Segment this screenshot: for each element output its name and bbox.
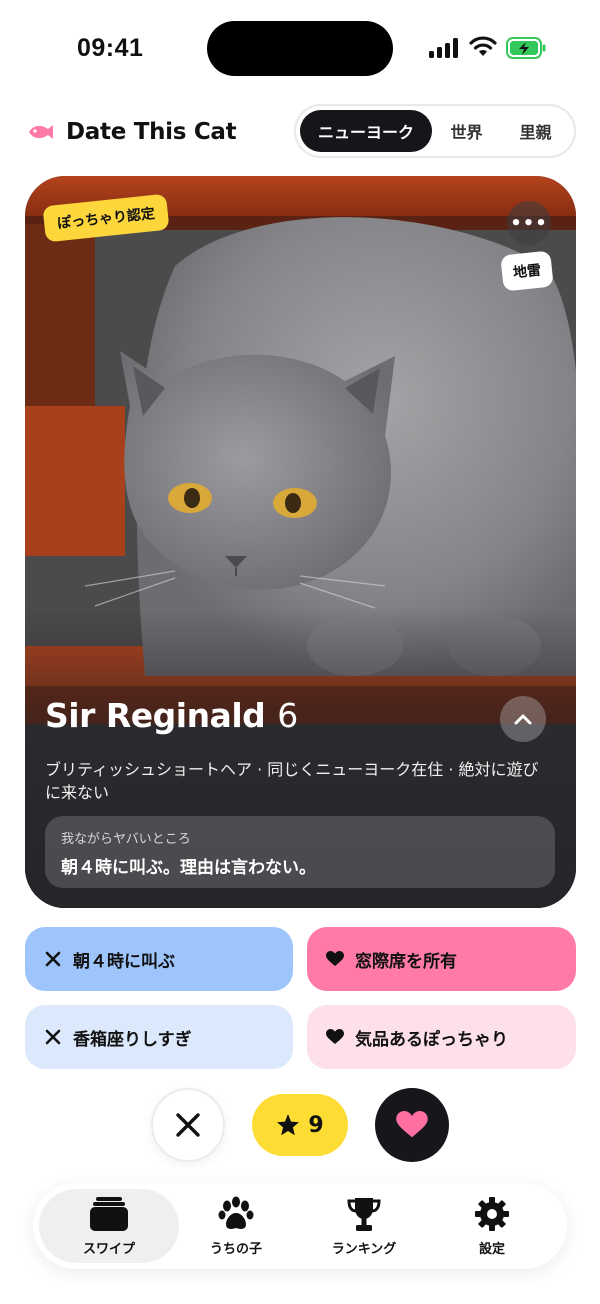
heart-icon: [325, 1027, 345, 1047]
cat-name: Sir Reginald: [45, 696, 266, 735]
app-title: Date This Cat: [66, 119, 237, 145]
cat-name-row: Sir Reginald 6: [45, 696, 298, 735]
collapse-details-button[interactable]: [500, 696, 546, 742]
tab-label: スワイプ: [82, 1241, 135, 1257]
status-time: 09:41: [77, 34, 144, 62]
location-segmented-control: ニューヨーク 世界 里親: [294, 104, 576, 158]
profile-card[interactable]: ぽっちゃり認定 ••• 地雷 Sir Reginald 6 ブリティッシュショー…: [25, 176, 576, 908]
super-like-button[interactable]: 9: [252, 1094, 348, 1156]
star-icon: [277, 1114, 300, 1136]
segment-adoption[interactable]: 里親: [501, 110, 570, 152]
close-icon: [176, 1113, 200, 1137]
cat-age: 6: [277, 696, 299, 735]
heart-icon: [396, 1111, 428, 1138]
tag-label: 気品あるぽっちゃり: [355, 1029, 508, 1050]
quirk-label: 我ながらヤバいところ: [61, 832, 191, 847]
dynamic-island: [207, 21, 393, 76]
tag-too-much-loafing[interactable]: 香箱座りしすぎ: [25, 1005, 293, 1069]
tag-screams-at-4am[interactable]: 朝４時に叫ぶ: [25, 927, 293, 991]
tab-swipe[interactable]: スワイプ: [39, 1189, 179, 1263]
tab-ranking[interactable]: ランキング: [303, 1189, 425, 1263]
x-icon: [43, 1027, 63, 1047]
tag-owns-window-seat[interactable]: 窓際席を所有: [307, 927, 576, 991]
ellipsis-icon: •••: [510, 212, 548, 234]
brand: Date This Cat: [26, 114, 237, 150]
tab-settings[interactable]: 設定: [433, 1189, 551, 1263]
heart-icon: [325, 949, 345, 969]
gear-icon: [475, 1196, 509, 1231]
tag-elegant-chubby[interactable]: 気品あるぽっちゃり: [307, 1005, 576, 1069]
quirk-text: 朝４時に叫ぶ。理由は言わない。: [61, 858, 316, 878]
status-bar: 09:41: [0, 0, 600, 100]
tag-label: 窓際席を所有: [355, 951, 457, 972]
paw-icon: [218, 1196, 254, 1229]
x-icon: [43, 949, 63, 969]
bottom-tab-bar: スワイプ うちの子 ランキング 設定: [33, 1183, 567, 1269]
wifi-icon: [469, 36, 497, 56]
tag-label: 香箱座りしすぎ: [73, 1029, 192, 1050]
trophy-icon: [347, 1197, 381, 1231]
tab-label: うちの子: [209, 1241, 262, 1257]
super-like-count: 9: [308, 1112, 324, 1138]
segment-new-york[interactable]: ニューヨーク: [300, 110, 433, 152]
tag-label: 朝４時に叫ぶ: [73, 951, 175, 972]
like-button[interactable]: [375, 1088, 449, 1162]
tab-my-cat[interactable]: うちの子: [179, 1189, 293, 1263]
pass-button[interactable]: [151, 1088, 225, 1162]
cards-icon: [90, 1196, 128, 1231]
more-options-button[interactable]: •••: [507, 201, 551, 245]
chevron-up-icon: [514, 714, 532, 725]
tab-label: ランキング: [331, 1241, 397, 1257]
segment-world[interactable]: 世界: [432, 110, 501, 152]
cat-description: ブリティッシュショートヘア · 同じくニューヨーク在住 · 絶対に遊びに来ない: [45, 760, 539, 802]
quirk-box: 我ながらヤバいところ 朝４時に叫ぶ。理由は言わない。: [45, 816, 555, 888]
battery-icon: [506, 37, 546, 59]
tab-label: 設定: [478, 1241, 505, 1257]
signal-icon: [429, 38, 458, 58]
red-flag-badge: 地雷: [500, 250, 554, 292]
app-header: Date This Cat ニューヨーク 世界 里親: [24, 104, 576, 158]
fish-icon: [29, 125, 53, 139]
